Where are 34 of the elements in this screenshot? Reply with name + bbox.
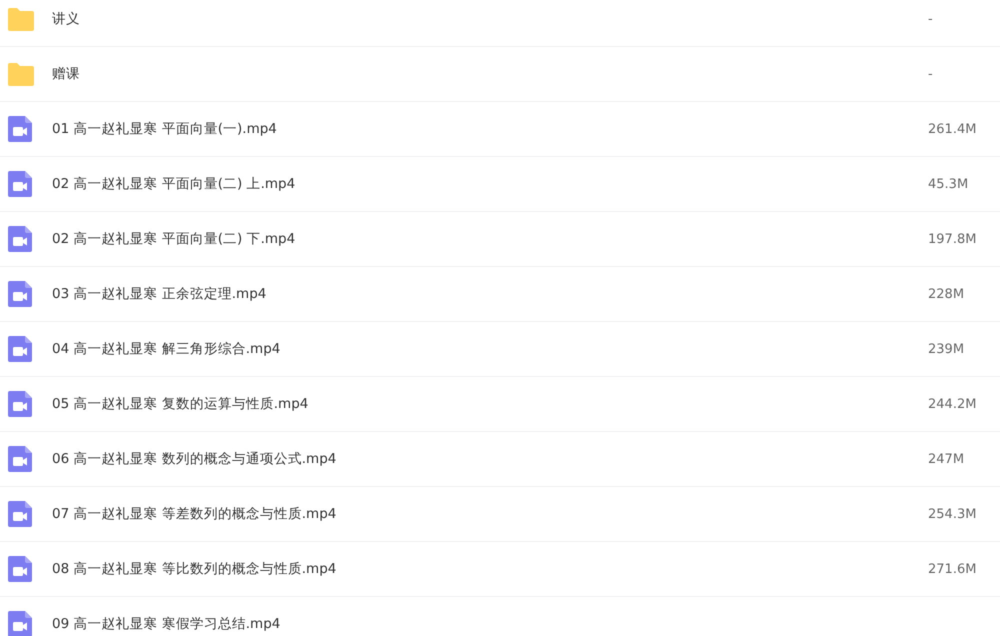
file-size: 254.3M bbox=[928, 506, 978, 522]
video-file-icon bbox=[7, 225, 35, 253]
file-name[interactable]: 02 高一赵礼显寒 平面向量(二) 上.mp4 bbox=[52, 175, 928, 193]
file-name[interactable]: 讲义 bbox=[52, 10, 928, 28]
file-size: - bbox=[928, 66, 934, 82]
video-file-icon bbox=[7, 390, 35, 418]
video-file-icon bbox=[7, 445, 35, 473]
video-file-icon bbox=[7, 500, 35, 528]
file-size: 271.6M bbox=[928, 562, 978, 576]
file-size: 197.8M bbox=[928, 232, 978, 246]
file-size: 244.2M bbox=[928, 396, 978, 412]
folder-icon bbox=[7, 5, 35, 33]
file-name[interactable]: 01 高一赵礼显寒 平面向量(一).mp4 bbox=[52, 120, 928, 138]
file-size: - bbox=[928, 12, 934, 26]
file-name[interactable]: 06 高一赵礼显寒 数列的概念与通项公式.mp4 bbox=[52, 450, 928, 468]
file-name[interactable]: 赠课 bbox=[52, 65, 928, 83]
file-name[interactable]: 05 高一赵礼显寒 复数的运算与性质.mp4 bbox=[52, 395, 928, 413]
folder-icon bbox=[7, 60, 35, 88]
file-size: 247M bbox=[928, 452, 966, 466]
video-file-icon bbox=[7, 335, 35, 363]
file-name[interactable]: 03 高一赵礼显寒 正余弦定理.mp4 bbox=[52, 285, 928, 303]
video-file-icon bbox=[7, 115, 35, 143]
file-name[interactable]: 04 高一赵礼显寒 解三角形综合.mp4 bbox=[52, 340, 928, 358]
video-file-icon bbox=[7, 170, 35, 198]
file-size: 45.3M bbox=[928, 176, 970, 192]
file-name[interactable]: 07 高一赵礼显寒 等差数列的概念与性质.mp4 bbox=[52, 505, 928, 523]
file-name[interactable]: 08 高一赵礼显寒 等比数列的概念与性质.mp4 bbox=[52, 560, 928, 578]
file-name[interactable]: 02 高一赵礼显寒 平面向量(二) 下.mp4 bbox=[52, 230, 928, 248]
file-size: 239M bbox=[928, 342, 966, 356]
video-file-icon bbox=[7, 280, 35, 308]
file-size: 228M bbox=[928, 286, 966, 302]
file-name[interactable]: 09 高一赵礼显寒 寒假学习总结.mp4 bbox=[52, 615, 1000, 633]
video-file-icon bbox=[7, 555, 35, 583]
file-size: 261.4M bbox=[928, 122, 978, 136]
